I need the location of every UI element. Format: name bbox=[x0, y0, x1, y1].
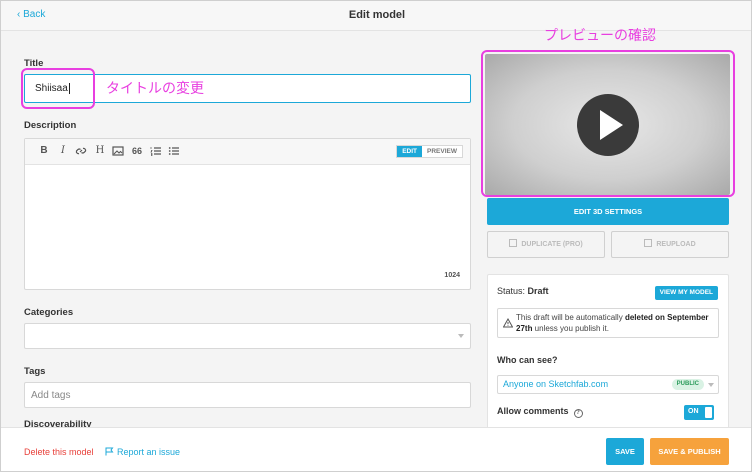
visibility-value: Anyone on Sketchfab.com bbox=[503, 379, 609, 389]
toggle-state: ON bbox=[688, 408, 699, 415]
allow-comments-text: Allow comments bbox=[497, 406, 569, 416]
quote-icon[interactable]: 66 bbox=[130, 144, 144, 158]
bold-icon[interactable]: B bbox=[37, 144, 51, 158]
view-my-model-button[interactable]: VIEW MY MODEL bbox=[654, 286, 718, 300]
title-label: Title bbox=[24, 58, 44, 69]
edit-3d-settings-button[interactable]: EDIT 3D SETTINGS bbox=[487, 198, 729, 225]
notice-text: This draft will be automatically bbox=[516, 313, 625, 322]
notice-text-end: unless you publish it. bbox=[532, 324, 609, 333]
save-button[interactable]: SAVE bbox=[606, 438, 644, 465]
visibility-select[interactable]: Anyone on Sketchfab.com PUBLIC bbox=[497, 375, 719, 394]
duplicate-button[interactable]: DUPLICATE (PRO) bbox=[487, 231, 605, 258]
heading-icon[interactable]: H bbox=[93, 144, 107, 158]
editor-mode-preview[interactable]: PREVIEW bbox=[422, 146, 462, 157]
reupload-label: REUPLOAD bbox=[656, 241, 696, 248]
title-input-value: Shiisaa bbox=[35, 83, 68, 94]
editor-mode-edit[interactable]: EDIT bbox=[397, 146, 423, 157]
status-prefix: Status: bbox=[497, 286, 526, 296]
tags-placeholder: Add tags bbox=[31, 389, 71, 401]
status-text: Status: Draft bbox=[497, 286, 549, 296]
report-issue-label: Report an issue bbox=[117, 447, 181, 457]
toggle-knob bbox=[705, 407, 712, 418]
play-icon bbox=[600, 110, 623, 140]
title-input[interactable]: Shiisaa bbox=[24, 74, 471, 103]
categories-select[interactable] bbox=[24, 323, 471, 349]
warning-icon bbox=[503, 318, 513, 328]
tags-input[interactable]: Add tags bbox=[24, 382, 471, 408]
who-can-see-label: Who can see? bbox=[497, 355, 558, 365]
public-badge: PUBLIC bbox=[671, 379, 704, 390]
ordered-list-icon[interactable] bbox=[149, 144, 163, 158]
status-value: Draft bbox=[527, 286, 549, 296]
text-caret bbox=[68, 83, 70, 94]
chevron-down-icon bbox=[708, 383, 714, 387]
description-label: Description bbox=[24, 120, 77, 131]
char-count: 1024 bbox=[444, 272, 460, 279]
preview-annotation: プレビューの確認 bbox=[544, 28, 656, 44]
duplicate-icon bbox=[509, 239, 518, 247]
help-icon[interactable]: ? bbox=[573, 409, 583, 418]
upload-icon bbox=[644, 239, 653, 247]
page-title: Edit model bbox=[348, 9, 406, 21]
model-preview[interactable] bbox=[485, 54, 730, 195]
editor-toolbar: B I H 66 EDIT PREVIEW bbox=[25, 139, 470, 165]
categories-label: Categories bbox=[24, 307, 74, 318]
image-icon[interactable] bbox=[111, 144, 125, 158]
status-card: Status: Draft VIEW MY MODEL This draft w… bbox=[487, 274, 729, 434]
report-issue-link[interactable]: Report an issue bbox=[105, 447, 180, 457]
tags-label: Tags bbox=[24, 366, 46, 377]
chevron-down-icon bbox=[458, 334, 464, 338]
duplicate-label: DUPLICATE (PRO) bbox=[521, 241, 583, 248]
title-annotation: タイトルの変更 bbox=[106, 81, 204, 97]
delete-model-link[interactable]: Delete this model bbox=[24, 447, 94, 457]
allow-comments-toggle[interactable]: ON bbox=[684, 405, 714, 420]
play-button[interactable] bbox=[577, 94, 639, 156]
draft-notice: This draft will be automatically deleted… bbox=[497, 308, 719, 338]
description-editor[interactable]: B I H 66 EDIT PREVIEW 1024 bbox=[24, 138, 471, 290]
bottom-bar: Delete this model Report an issue SAVE S… bbox=[1, 427, 751, 471]
bullet-list-icon[interactable] bbox=[167, 144, 181, 158]
save-and-publish-button[interactable]: SAVE & PUBLISH bbox=[650, 438, 729, 465]
allow-comments-label: Allow comments? bbox=[497, 406, 583, 418]
flag-icon bbox=[105, 447, 114, 456]
editor-mode-toggle: EDIT PREVIEW bbox=[396, 145, 463, 158]
italic-icon[interactable]: I bbox=[56, 144, 70, 158]
link-icon[interactable] bbox=[74, 144, 88, 158]
reupload-button[interactable]: REUPLOAD bbox=[611, 231, 729, 258]
app-window: ‹ Back Edit model Title Shiisaa タイトルの変更 … bbox=[0, 0, 752, 472]
